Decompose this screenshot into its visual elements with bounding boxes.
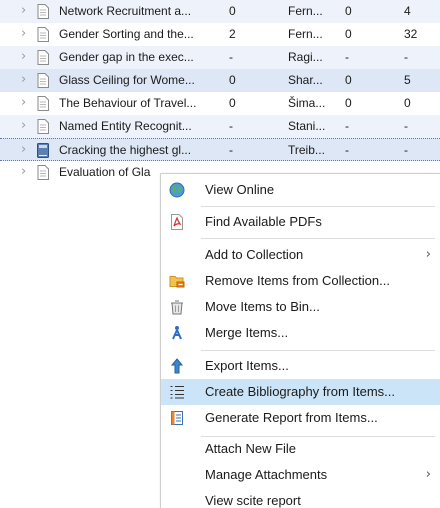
chevron-right-icon[interactable]: › xyxy=(21,27,33,40)
item-creator: Fern... xyxy=(288,27,323,41)
item-creator: Stani... xyxy=(288,119,326,133)
menu-item-export-items[interactable]: Export Items... xyxy=(161,353,440,379)
item-col3: 0 xyxy=(345,27,352,41)
menu-separator xyxy=(201,350,435,351)
item-title: Cracking the highest gl... xyxy=(59,143,192,157)
merge-icon xyxy=(172,326,182,340)
item-col4: 5 xyxy=(404,73,411,87)
item-row[interactable]: › The Behaviour of Travel... 0 Šima... 0… xyxy=(0,92,440,115)
chevron-right-icon[interactable]: › xyxy=(21,4,33,17)
item-col3: 0 xyxy=(345,96,352,110)
chevron-right-icon[interactable]: › xyxy=(21,96,33,109)
export-icon xyxy=(170,358,184,374)
item-row[interactable]: › Gender Sorting and the... 2 Fern... 0 … xyxy=(0,23,440,46)
item-creator: Shar... xyxy=(288,73,323,87)
pdf-icon xyxy=(171,214,183,230)
bin-icon xyxy=(171,300,183,315)
menu-item-generate-report[interactable]: Generate Report from Items... xyxy=(161,405,440,431)
document-icon xyxy=(37,73,49,88)
context-menu: View Online Find Available PDFs Add to C… xyxy=(160,173,440,508)
menu-item-create-bibliography[interactable]: Create Bibliography from Items... xyxy=(161,379,440,405)
item-creator: Ragi... xyxy=(288,50,323,64)
menu-item-manage-attachments[interactable]: Manage Attachments › xyxy=(161,462,440,488)
document-icon xyxy=(37,119,49,134)
menu-item-add-to-collection[interactable]: Add to Collection › xyxy=(161,242,440,268)
item-row[interactable]: › Network Recruitment a... 0 Fern... 0 4 xyxy=(0,0,440,23)
chevron-right-icon[interactable]: › xyxy=(21,50,33,63)
item-col4: - xyxy=(404,50,408,64)
menu-item-remove-from-collection[interactable]: Remove Items from Collection... xyxy=(161,268,440,294)
item-col3: 0 xyxy=(345,73,352,87)
chevron-right-icon: › xyxy=(425,247,431,262)
item-col4: - xyxy=(404,119,408,133)
item-col1: - xyxy=(229,119,233,133)
document-icon xyxy=(37,4,49,19)
chevron-right-icon[interactable]: › xyxy=(21,143,33,156)
item-title: The Behaviour of Travel... xyxy=(59,96,197,110)
item-col1: 0 xyxy=(229,96,236,110)
item-row[interactable]: › Gender gap in the exec... - Ragi... - … xyxy=(0,46,440,69)
item-col3: - xyxy=(345,119,349,133)
item-col4: 32 xyxy=(404,27,418,41)
item-creator: Fern... xyxy=(288,4,323,18)
document-icon xyxy=(37,96,49,111)
item-row[interactable]: › Cracking the highest gl... - Treib... … xyxy=(0,138,440,161)
menu-item-find-pdfs[interactable]: Find Available PDFs xyxy=(161,209,440,235)
item-creator: Treib... xyxy=(288,143,325,157)
menu-item-move-to-bin[interactable]: Move Items to Bin... xyxy=(161,294,440,320)
item-col1: 0 xyxy=(229,73,236,87)
folder-remove-icon xyxy=(169,276,185,288)
item-col1: 0 xyxy=(229,4,236,18)
item-title: Gender gap in the exec... xyxy=(59,50,194,64)
item-col3: 0 xyxy=(345,4,352,18)
menu-item-view-online[interactable]: View Online xyxy=(161,177,440,203)
item-col1: - xyxy=(229,50,233,64)
item-col4: 0 xyxy=(404,96,411,110)
item-title: Gender Sorting and the... xyxy=(59,27,194,41)
item-col4: 4 xyxy=(404,4,411,18)
item-creator: Šima... xyxy=(288,96,326,110)
menu-separator xyxy=(201,206,435,207)
item-row[interactable]: › Glass Ceiling for Wome... 0 Shar... 0 … xyxy=(0,69,440,92)
item-col1: 2 xyxy=(229,27,236,41)
book-icon xyxy=(37,143,49,158)
item-col4: - xyxy=(404,143,408,157)
menu-item-merge-items[interactable]: Merge Items... xyxy=(161,320,440,346)
chevron-right-icon[interactable]: › xyxy=(21,73,33,86)
document-icon xyxy=(37,50,49,65)
menu-separator xyxy=(201,238,435,239)
document-icon xyxy=(37,165,49,180)
item-col3: - xyxy=(345,50,349,64)
document-icon xyxy=(37,27,49,42)
chevron-right-icon[interactable]: › xyxy=(21,165,33,178)
items-list: › Network Recruitment a... 0 Fern... 0 4… xyxy=(0,0,440,184)
globe-icon xyxy=(169,182,185,198)
menu-item-view-scite-report[interactable]: View scite report xyxy=(161,488,440,508)
item-title: Glass Ceiling for Wome... xyxy=(59,73,195,87)
report-icon xyxy=(171,411,183,425)
item-title: Network Recruitment a... xyxy=(59,4,192,18)
chevron-right-icon: › xyxy=(425,467,431,482)
item-col3: - xyxy=(345,143,349,157)
item-title: Named Entity Recognit... xyxy=(59,119,192,133)
item-col1: - xyxy=(229,143,233,157)
chevron-right-icon[interactable]: › xyxy=(21,119,33,132)
bibliography-icon xyxy=(170,386,184,399)
item-row[interactable]: › Named Entity Recognit... - Stani... - … xyxy=(0,115,440,138)
menu-item-attach-new-file[interactable]: Attach New File xyxy=(161,436,440,462)
